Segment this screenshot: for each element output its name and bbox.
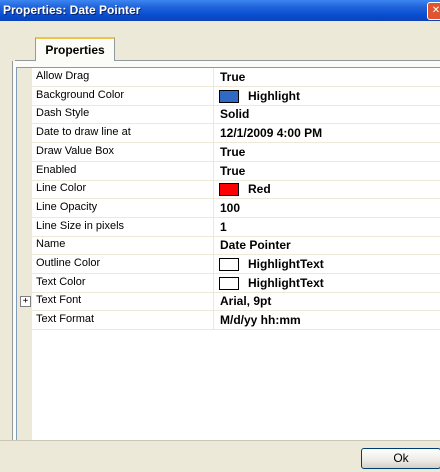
property-name: Background Color	[36, 89, 125, 101]
property-value[interactable]: Solid	[220, 107, 249, 121]
property-value[interactable]: 1	[220, 220, 227, 234]
property-value[interactable]: 100	[220, 201, 240, 215]
property-name: Name	[36, 238, 66, 250]
column-separator	[213, 143, 214, 161]
property-value[interactable]: Arial, 9pt	[220, 294, 271, 308]
property-row[interactable]: Name Date Pointer	[32, 236, 440, 255]
property-row[interactable]: Dash Style Solid	[32, 105, 440, 124]
property-name: Text Font	[36, 294, 82, 306]
column-separator	[213, 68, 214, 86]
window-title: Properties: Date Pointer	[3, 3, 141, 17]
property-row[interactable]: Date to draw line at 12/1/2009 4:00 PM	[32, 124, 440, 143]
title-bar[interactable]: Properties: Date Pointer ✕	[0, 0, 440, 21]
property-row[interactable]: Outline Color HighlightText	[32, 255, 440, 274]
color-swatch	[219, 258, 239, 271]
column-separator	[213, 255, 214, 273]
property-name: Line Color	[36, 182, 87, 194]
property-name: Dash Style	[36, 107, 90, 119]
property-name: Draw Value Box	[36, 145, 115, 157]
column-separator	[213, 274, 214, 292]
column-separator	[213, 311, 214, 329]
property-row[interactable]: Line Color Red	[32, 180, 440, 199]
property-value[interactable]: True	[220, 70, 245, 84]
property-row[interactable]: Line Size in pixels 1	[32, 218, 440, 237]
expand-plus-icon[interactable]: +	[20, 296, 31, 307]
property-name: Text Format	[36, 313, 95, 325]
column-separator	[213, 292, 214, 310]
color-swatch	[219, 277, 239, 290]
column-separator	[213, 236, 214, 254]
column-separator	[213, 218, 214, 236]
property-row[interactable]: Text Font Arial, 9pt	[32, 292, 440, 311]
property-value[interactable]: Date Pointer	[220, 238, 291, 252]
column-separator	[213, 180, 214, 198]
property-value[interactable]: Red	[248, 182, 271, 196]
property-name: Date to draw line at	[36, 126, 131, 138]
ok-button[interactable]: Ok	[361, 448, 440, 469]
property-row[interactable]: Text Color HighlightText	[32, 274, 440, 293]
property-row[interactable]: Enabled True	[32, 162, 440, 181]
color-swatch	[219, 183, 239, 196]
grid-margin	[17, 68, 32, 441]
close-icon[interactable]: ✕	[427, 2, 440, 20]
property-name: Line Size in pixels	[36, 220, 125, 232]
property-value[interactable]: HighlightText	[248, 276, 324, 290]
column-separator	[213, 105, 214, 123]
column-separator	[213, 87, 214, 105]
property-value[interactable]: Highlight	[248, 89, 300, 103]
property-grid[interactable]: Allow Drag True Background Color Highlight D…	[16, 67, 440, 441]
property-row[interactable]: Allow Drag True	[32, 68, 440, 87]
column-separator	[213, 124, 214, 142]
column-separator	[213, 199, 214, 217]
property-name: Line Opacity	[36, 201, 98, 213]
tab-properties[interactable]: Properties	[35, 37, 115, 61]
properties-dialog: Properties: Date Pointer ✕ Properties Al…	[0, 0, 440, 472]
property-value[interactable]: HighlightText	[248, 257, 324, 271]
property-name: Outline Color	[36, 257, 101, 269]
property-value[interactable]: True	[220, 145, 245, 159]
color-swatch	[219, 90, 239, 103]
property-name: Text Color	[36, 276, 86, 288]
property-row[interactable]: Background Color Highlight	[32, 87, 440, 106]
property-row[interactable]: Line Opacity 100	[32, 199, 440, 218]
property-name: Allow Drag	[36, 70, 90, 82]
property-name: Enabled	[36, 164, 77, 176]
property-value[interactable]: 12/1/2009 4:00 PM	[220, 126, 322, 140]
column-separator	[213, 162, 214, 180]
property-row[interactable]: Draw Value Box True	[32, 143, 440, 162]
property-row[interactable]: Text Format M/d/yy hh:mm	[32, 311, 440, 330]
property-value[interactable]: M/d/yy hh:mm	[220, 313, 301, 327]
property-value[interactable]: True	[220, 164, 245, 178]
